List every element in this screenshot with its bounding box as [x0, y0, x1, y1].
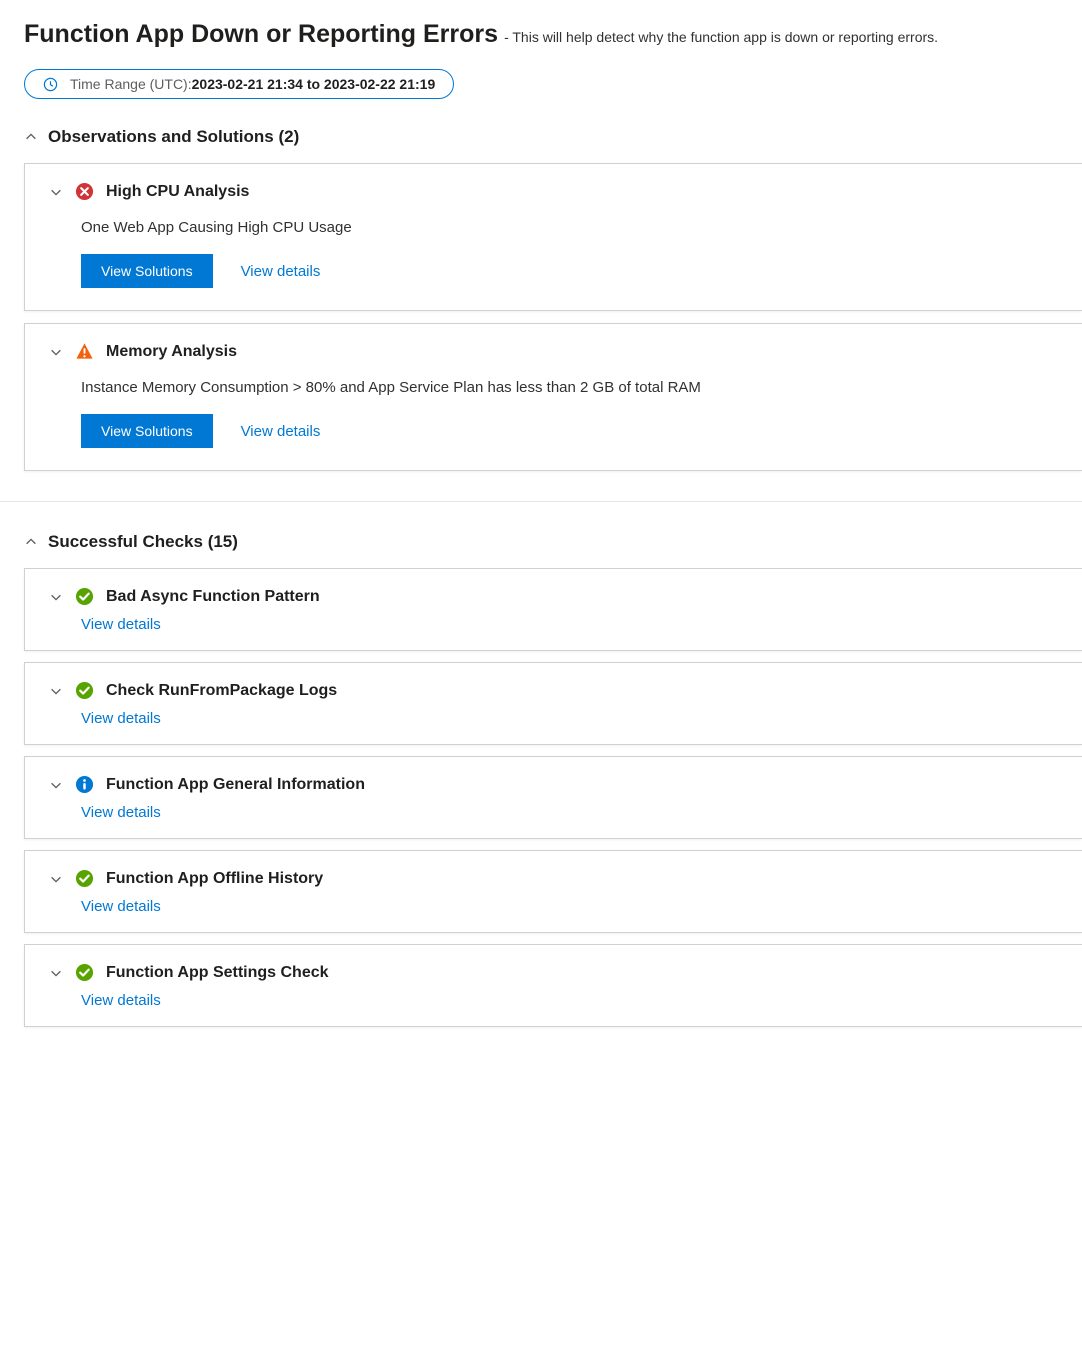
- chevron-up-icon: [24, 535, 38, 549]
- check-title: Function App General Information: [106, 776, 365, 794]
- chevron-down-icon[interactable]: [49, 966, 63, 980]
- chevron-down-icon[interactable]: [49, 684, 63, 698]
- check-panel: Function App Offline History View details: [24, 850, 1082, 933]
- chevron-down-icon[interactable]: [49, 345, 63, 359]
- clock-icon: [43, 77, 58, 92]
- section-divider: [0, 501, 1082, 502]
- view-solutions-button[interactable]: View Solutions: [81, 254, 213, 288]
- check-title: Function App Offline History: [106, 870, 323, 888]
- check-panel: Check RunFromPackage Logs View details: [24, 662, 1082, 745]
- observation-description: Instance Memory Consumption > 80% and Ap…: [81, 379, 1058, 396]
- observations-section-toggle[interactable]: Observations and Solutions (2): [24, 127, 1082, 147]
- successful-heading: Successful Checks (15): [48, 532, 238, 552]
- view-details-link[interactable]: View details: [81, 804, 161, 821]
- check-title: Check RunFromPackage Logs: [106, 682, 337, 700]
- view-details-link[interactable]: View details: [81, 898, 161, 915]
- success-icon: [75, 587, 94, 606]
- chevron-down-icon[interactable]: [49, 590, 63, 604]
- success-icon: [75, 869, 94, 888]
- info-icon: [75, 775, 94, 794]
- view-details-link[interactable]: View details: [81, 992, 161, 1009]
- observation-title: High CPU Analysis: [106, 183, 249, 201]
- check-title: Function App Settings Check: [106, 964, 329, 982]
- check-title: Bad Async Function Pattern: [106, 588, 320, 606]
- observation-title: Memory Analysis: [106, 343, 237, 361]
- success-icon: [75, 963, 94, 982]
- error-icon: [75, 182, 94, 201]
- time-range-selector[interactable]: Time Range (UTC): 2023-02-21 21:34 to 20…: [24, 69, 454, 99]
- view-details-link[interactable]: View details: [241, 423, 321, 440]
- warning-icon: [75, 342, 94, 361]
- observations-heading: Observations and Solutions (2): [48, 127, 299, 147]
- view-details-link[interactable]: View details: [241, 263, 321, 280]
- chevron-down-icon[interactable]: [49, 872, 63, 886]
- view-solutions-button[interactable]: View Solutions: [81, 414, 213, 448]
- observation-panel: High CPU Analysis One Web App Causing Hi…: [24, 163, 1082, 311]
- chevron-up-icon: [24, 130, 38, 144]
- page-subtitle: - This will help detect why the function…: [504, 29, 938, 45]
- observation-panel: Memory Analysis Instance Memory Consumpt…: [24, 323, 1082, 471]
- check-panel: Bad Async Function Pattern View details: [24, 568, 1082, 651]
- view-details-link[interactable]: View details: [81, 616, 161, 633]
- view-details-link[interactable]: View details: [81, 710, 161, 727]
- time-range-label: Time Range (UTC):: [70, 76, 192, 92]
- success-icon: [75, 681, 94, 700]
- page-title: Function App Down or Reporting Errors: [24, 20, 498, 49]
- chevron-down-icon[interactable]: [49, 778, 63, 792]
- observation-description: One Web App Causing High CPU Usage: [81, 219, 1058, 236]
- check-panel: Function App Settings Check View details: [24, 944, 1082, 1027]
- check-panel: Function App General Information View det…: [24, 756, 1082, 839]
- successful-section-toggle[interactable]: Successful Checks (15): [24, 532, 1082, 552]
- chevron-down-icon[interactable]: [49, 185, 63, 199]
- time-range-value: 2023-02-21 21:34 to 2023-02-22 21:19: [192, 76, 436, 92]
